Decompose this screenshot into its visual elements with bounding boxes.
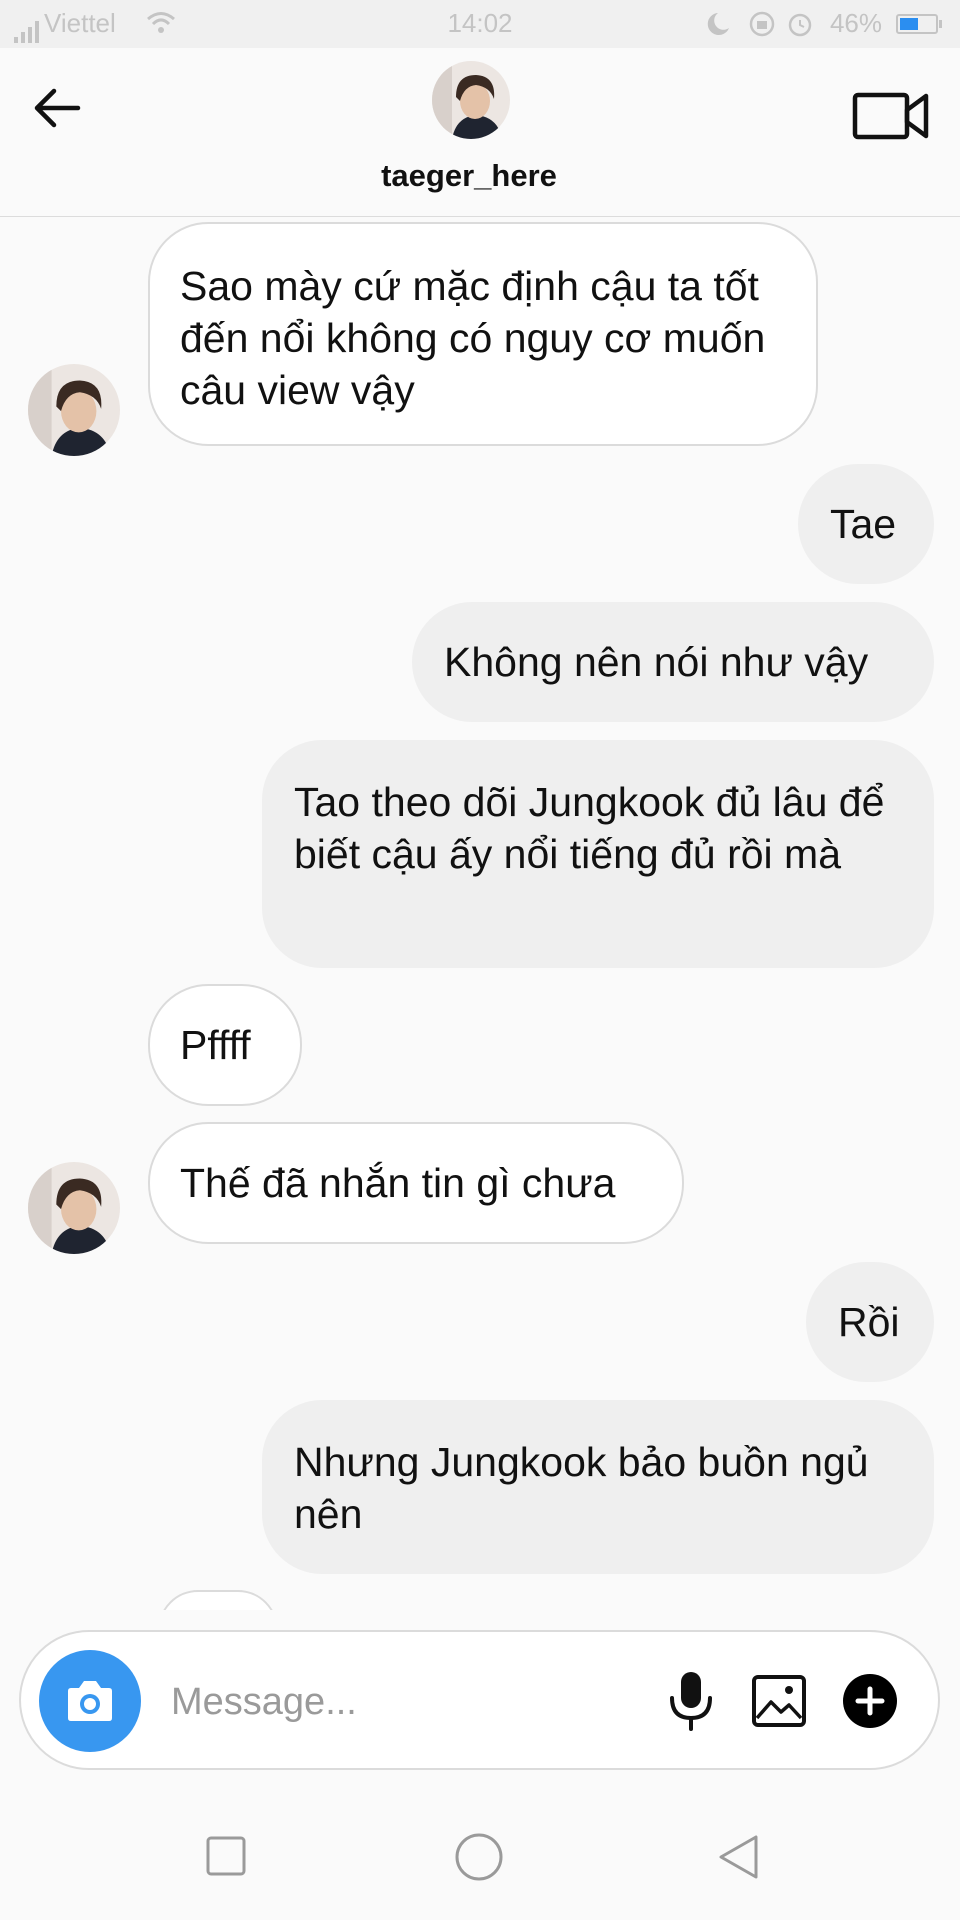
video-camera-icon: [852, 92, 929, 140]
gallery-button[interactable]: [751, 1674, 807, 1728]
message-composer: [19, 1630, 940, 1770]
clock: 14:02: [447, 8, 513, 38]
avatar-photo: [28, 364, 120, 456]
recent-apps-button[interactable]: [204, 1834, 248, 1883]
back-icon: [719, 1835, 758, 1879]
chat-username[interactable]: taeger_here: [0, 158, 938, 194]
message-bubble-outgoing[interactable]: Tao theo dõi Jungkook đủ lâu để biết cậu…: [262, 740, 934, 968]
chat-screen: Viettel 14:02 46% taeger_here Sao mày cứ…: [0, 0, 960, 1920]
moon-icon: [707, 13, 729, 35]
message-bubble-outgoing[interactable]: Không nên nói như vậy: [412, 602, 934, 722]
message-bubble-incoming[interactable]: Sao mày cứ mặc định cậu ta tốt đến nổi k…: [148, 222, 818, 446]
message-text: Không nên nói như vậy: [444, 639, 869, 685]
recent-apps-icon: [206, 1836, 246, 1876]
message-text: Pffff: [180, 1022, 251, 1068]
home-button[interactable]: [454, 1832, 504, 1887]
message-bubble-incoming[interactable]: Thế đã nhắn tin gì chưa: [148, 1122, 684, 1244]
home-icon: [455, 1833, 503, 1881]
arrow-left-icon: [34, 88, 81, 128]
message-text: Sao mày cứ mặc định cậu ta tốt đến nổi k…: [180, 263, 766, 413]
camera-icon: [68, 1681, 112, 1721]
sender-avatar[interactable]: [28, 364, 120, 456]
back-button[interactable]: [30, 78, 90, 138]
video-call-button[interactable]: [852, 88, 930, 144]
chat-header: taeger_here: [0, 48, 960, 217]
message-text: Rồi: [838, 1299, 900, 1345]
message-bubble-outgoing[interactable]: Tae: [798, 464, 934, 584]
system-navigation-bar: [0, 1790, 960, 1920]
sender-avatar[interactable]: [28, 1162, 120, 1254]
camera-button[interactable]: [39, 1650, 141, 1752]
message-text: Thế đã nhắn tin gì chưa: [180, 1160, 616, 1206]
status-bar: Viettel 14:02 46%: [0, 0, 960, 48]
message-text: Tao theo dõi Jungkook đủ lâu để biết cậu…: [294, 779, 885, 877]
gallery-icon: [752, 1675, 806, 1727]
nav-back-button[interactable]: [714, 1832, 764, 1887]
profile-avatar[interactable]: [432, 61, 510, 139]
microphone-icon: [670, 1672, 712, 1731]
message-bubble-outgoing[interactable]: Nhưng Jungkook bảo buồn ngủ nên: [262, 1400, 934, 1574]
message-input[interactable]: [169, 1666, 653, 1738]
battery-icon: [896, 14, 942, 34]
more-actions-button[interactable]: [843, 1674, 897, 1728]
message-text: Nhưng Jungkook bảo buồn ngủ nên: [294, 1439, 869, 1537]
message-text: Tae: [830, 501, 897, 547]
plus-icon: [855, 1686, 885, 1716]
avatar-photo: [432, 61, 510, 139]
message-bubble-partial: [158, 1590, 278, 1610]
message-bubble-outgoing[interactable]: Rồi: [806, 1262, 934, 1382]
message-bubble-incoming[interactable]: Pffff: [148, 984, 302, 1106]
voice-message-button[interactable]: [661, 1670, 721, 1732]
battery-percent: 46%: [829, 8, 882, 38]
avatar-photo: [28, 1162, 120, 1254]
status-icons: [707, 11, 812, 37]
